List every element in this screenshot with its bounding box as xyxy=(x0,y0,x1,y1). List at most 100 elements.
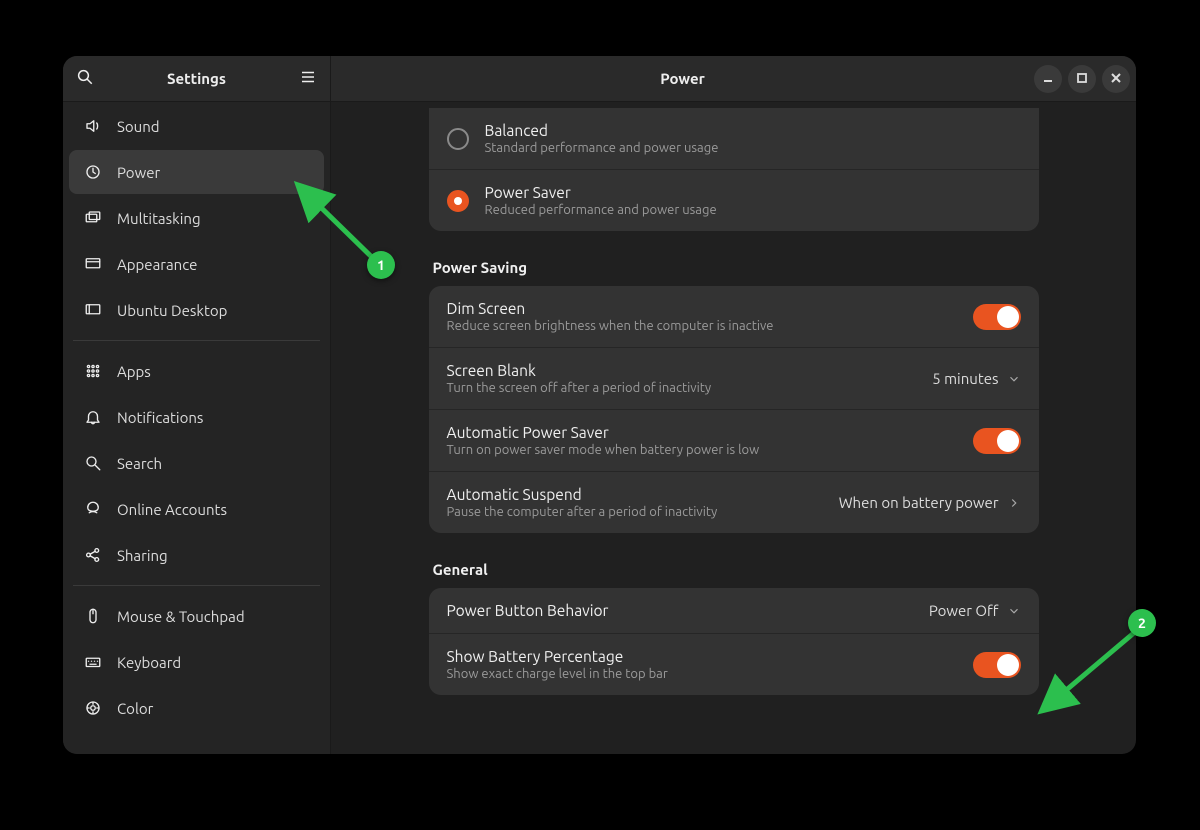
minimize-button[interactable] xyxy=(1034,65,1062,93)
chevron-down-icon xyxy=(1007,604,1021,618)
row-sub: Turn on power saver mode when battery po… xyxy=(447,443,957,457)
sidebar-item-multitasking[interactable]: Multitasking xyxy=(69,196,324,240)
sidebar-item-label: Apps xyxy=(117,363,151,380)
mouse-icon xyxy=(83,606,103,626)
row-title: Show Battery Percentage xyxy=(447,648,957,665)
row-title: Dim Screen xyxy=(447,300,957,317)
sidebar-item-label: Ubuntu Desktop xyxy=(117,302,227,319)
online-accounts-icon xyxy=(83,499,103,519)
row-screen-blank[interactable]: Screen Blank Turn the screen off after a … xyxy=(429,347,1039,409)
hamburger-button[interactable] xyxy=(292,63,324,95)
minimize-icon xyxy=(1042,70,1054,88)
row-title: Power Saver xyxy=(485,184,1021,201)
sidebar-item-label: Mouse & Touchpad xyxy=(117,608,245,625)
row-automatic-power-saver: Automatic Power Saver Turn on power saver… xyxy=(429,409,1039,471)
search-icon xyxy=(76,68,94,90)
sidebar-item-appearance[interactable]: Appearance xyxy=(69,242,324,286)
sidebar[interactable]: Sound Power Multitasking Appearance Ubuntu D… xyxy=(63,102,331,754)
sidebar-item-search[interactable]: Search xyxy=(69,441,324,485)
row-automatic-suspend[interactable]: Automatic Suspend Pause the computer afte… xyxy=(429,471,1039,533)
select-screen-blank[interactable]: 5 minutes xyxy=(932,370,1020,387)
row-text: Screen Blank Turn the screen off after a … xyxy=(447,362,917,395)
power-mode-card: BalancedStandard performance and power u… xyxy=(429,108,1039,231)
search-button[interactable] xyxy=(69,63,101,95)
hamburger-icon xyxy=(299,68,317,90)
settings-window: Settings Power Sound Power Multitasking App… xyxy=(63,56,1136,754)
headerbar-main: Power xyxy=(331,56,1136,101)
keyboard-icon xyxy=(83,652,103,672)
power-icon xyxy=(83,162,103,182)
sidebar-item-mouse-touchpad[interactable]: Mouse & Touchpad xyxy=(69,594,324,638)
select-value: 5 minutes xyxy=(932,370,998,387)
close-icon xyxy=(1110,70,1122,88)
sidebar-item-label: Power xyxy=(117,164,160,181)
page-title: Power xyxy=(337,70,1028,87)
nav-value: When on battery power xyxy=(839,494,999,511)
row-text: Automatic Power Saver Turn on power saver… xyxy=(447,424,957,457)
sidebar-item-label: Keyboard xyxy=(117,654,181,671)
row-title: Automatic Power Saver xyxy=(447,424,957,441)
appearance-icon xyxy=(83,254,103,274)
sidebar-item-label: Search xyxy=(117,455,162,472)
sidebar-item-sound[interactable]: Sound xyxy=(69,104,324,148)
ubuntu-desktop-icon xyxy=(83,300,103,320)
sidebar-item-notifications[interactable]: Notifications xyxy=(69,395,324,439)
sidebar-item-apps[interactable]: Apps xyxy=(69,349,324,393)
sidebar-item-online-accounts[interactable]: Online Accounts xyxy=(69,487,324,531)
maximize-button[interactable] xyxy=(1068,65,1096,93)
sidebar-item-ubuntu-desktop[interactable]: Ubuntu Desktop xyxy=(69,288,324,332)
row-title: Screen Blank xyxy=(447,362,917,379)
sharing-icon xyxy=(83,545,103,565)
row-dim-screen: Dim ScreenReduce screen brightness when … xyxy=(429,286,1039,347)
row-show-battery-percentage: Show Battery PercentageShow exact charge… xyxy=(429,633,1039,695)
sidebar-item-label: Appearance xyxy=(117,256,197,273)
row-power-button-behavior[interactable]: Power Button Behavior Power Off xyxy=(429,588,1039,633)
content-area: BalancedStandard performance and power u… xyxy=(331,102,1136,754)
chevron-down-icon xyxy=(1007,372,1021,386)
power-mode-option-power-saver[interactable]: Power SaverReduced performance and power… xyxy=(429,169,1039,231)
sidebar-separator xyxy=(73,585,320,586)
switch-dim-screen[interactable] xyxy=(973,304,1021,330)
nav-automatic-suspend[interactable]: When on battery power xyxy=(839,494,1021,511)
sidebar-item-color[interactable]: Color xyxy=(69,686,324,730)
row-text: BalancedStandard performance and power u… xyxy=(485,122,1021,155)
headerbar: Settings Power xyxy=(63,56,1136,102)
sidebar-item-power[interactable]: Power xyxy=(69,150,324,194)
power-mode-option-balanced[interactable]: BalancedStandard performance and power u… xyxy=(429,108,1039,169)
row-text: Power Button Behavior xyxy=(447,602,913,619)
sidebar-item-label: Online Accounts xyxy=(117,501,227,518)
sidebar-separator xyxy=(73,340,320,341)
row-sub: Turn the screen off after a period of in… xyxy=(447,381,917,395)
sidebar-item-label: Sound xyxy=(117,118,160,135)
maximize-icon xyxy=(1076,70,1088,88)
chevron-right-icon xyxy=(1007,496,1021,510)
annotation-badge-2: 2 xyxy=(1128,609,1156,637)
sidebar-item-label: Notifications xyxy=(117,409,203,426)
sound-icon xyxy=(83,116,103,136)
search-icon xyxy=(83,453,103,473)
row-title: Power Button Behavior xyxy=(447,602,913,619)
section-power-saving: Power Saving xyxy=(433,259,1039,276)
row-sub: Pause the computer after a period of ina… xyxy=(447,505,823,519)
row-title: Automatic Suspend xyxy=(447,486,823,503)
notifications-icon xyxy=(83,407,103,427)
switch-show-battery-percentage[interactable] xyxy=(973,652,1021,678)
radio-icon xyxy=(447,128,469,150)
sidebar-item-label: Color xyxy=(117,700,153,717)
power-saving-card: Dim ScreenReduce screen brightness when … xyxy=(429,286,1039,533)
apps-icon xyxy=(83,361,103,381)
window-body: Sound Power Multitasking Appearance Ubuntu D… xyxy=(63,102,1136,754)
sidebar-item-sharing[interactable]: Sharing xyxy=(69,533,324,577)
row-text: Power SaverReduced performance and power… xyxy=(485,184,1021,217)
multitasking-icon xyxy=(83,208,103,228)
close-button[interactable] xyxy=(1102,65,1130,93)
radio-icon xyxy=(447,190,469,212)
sidebar-item-label: Multitasking xyxy=(117,210,201,227)
headerbar-sidebar: Settings xyxy=(63,56,331,101)
select-power-button-behavior[interactable]: Power Off xyxy=(929,602,1021,619)
annotation-badge-1: 1 xyxy=(367,251,395,279)
row-sub: Standard performance and power usage xyxy=(485,141,1021,155)
sidebar-item-keyboard[interactable]: Keyboard xyxy=(69,640,324,684)
row-text: Automatic Suspend Pause the computer afte… xyxy=(447,486,823,519)
switch-automatic-power-saver[interactable] xyxy=(973,428,1021,454)
